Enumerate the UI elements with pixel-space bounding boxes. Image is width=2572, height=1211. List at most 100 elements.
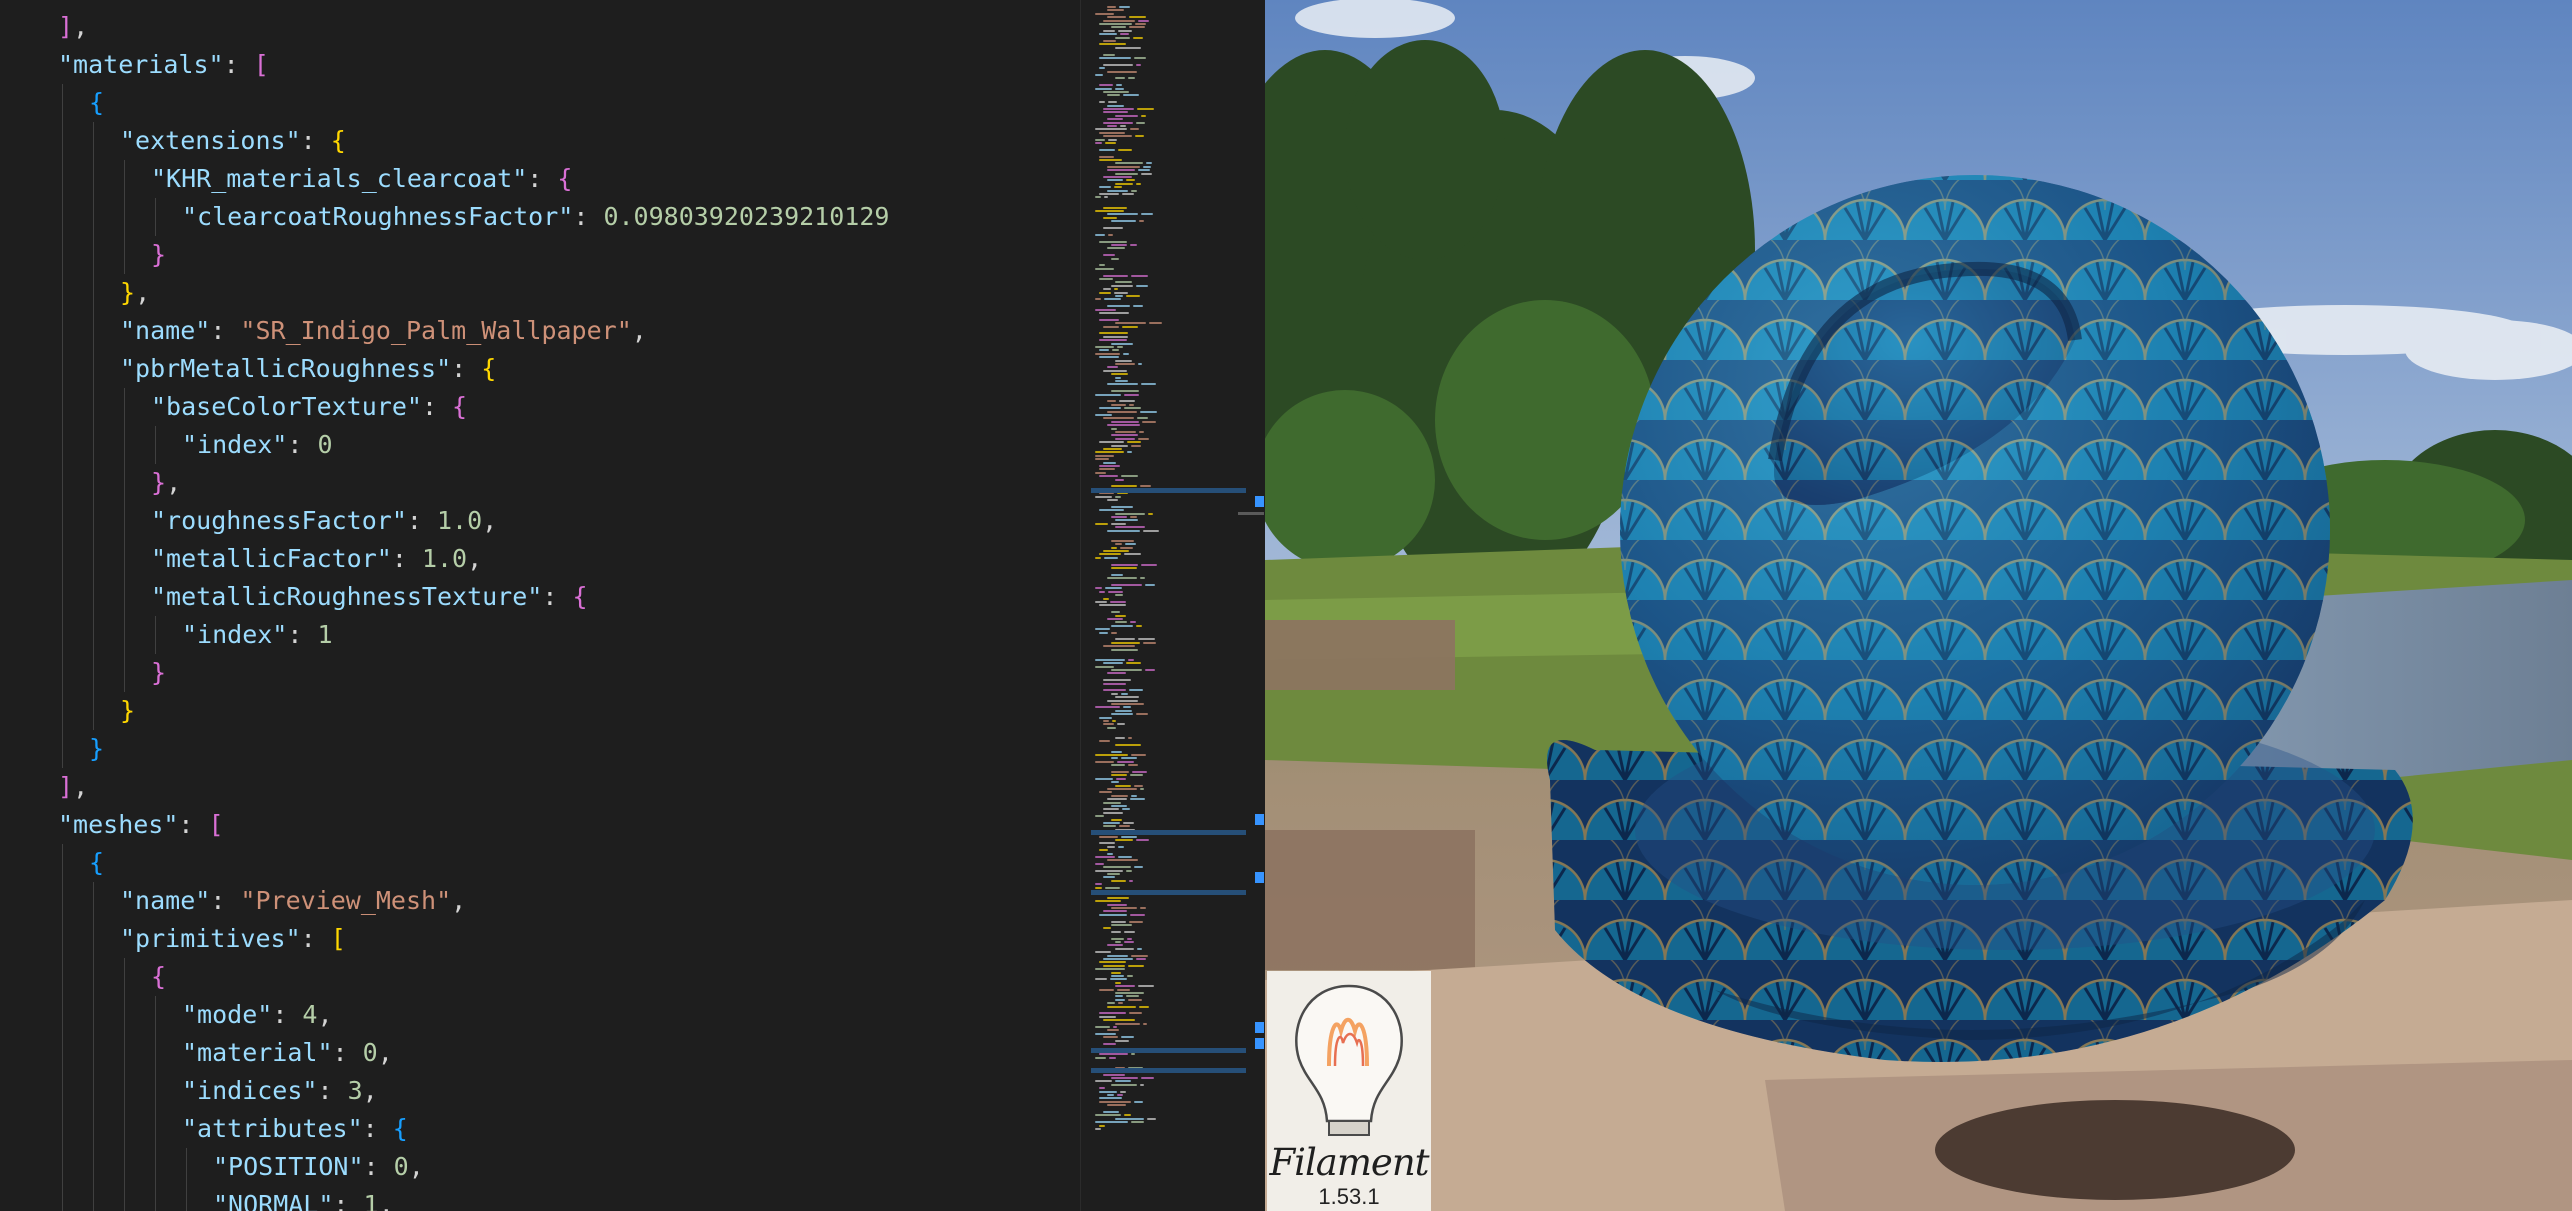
minimap-line [1115,743,1141,746]
code-line[interactable]: }, [120,274,150,312]
minimap-line [1120,33,1129,36]
code-line[interactable]: { [89,844,104,882]
code-line[interactable]: "metallicRoughnessTexture": { [151,578,588,616]
code-line[interactable]: "POSITION": 0, [213,1148,424,1186]
code-line[interactable]: "name": "SR_Indigo_Palm_Wallpaper", [120,312,647,350]
code-line[interactable]: "extensions": { [120,122,346,160]
code-line[interactable]: "indices": 3, [182,1072,378,1110]
code-token: "POSITION" [213,1152,364,1181]
code-line[interactable]: "mode": 4, [182,996,333,1034]
minimap-line [1115,437,1135,440]
minimap-line [1107,1104,1126,1107]
minimap-line [1099,716,1112,719]
minimap-line [1138,985,1154,988]
minimap-line [1115,995,1123,998]
code-line[interactable]: "name": "Preview_Mesh", [120,882,466,920]
minimap-highlight [1091,1068,1246,1073]
minimap-line [1115,380,1128,382]
3d-viewport[interactable] [1265,0,2572,1211]
code-token: 1.0 [421,544,468,573]
scrollbar-match-marker [1255,872,1264,883]
code-token: "Preview_Mesh" [240,886,452,915]
code-line[interactable]: }, [151,464,181,502]
code-token: : [542,582,573,611]
minimap-line [1136,958,1146,960]
indent-guide [93,1148,94,1186]
indent-guide [62,844,63,882]
minimap-line [1103,121,1133,124]
indent-guide [93,350,94,388]
code-line[interactable]: } [89,730,104,768]
code-line[interactable]: ], [58,768,88,806]
minimap-line [1127,451,1132,454]
code-line[interactable]: "NORMAL": 1, [213,1186,394,1211]
code-line[interactable]: "pbrMetallicRoughness": { [120,350,496,388]
minimap-line [1120,546,1133,549]
code-token: "indices" [182,1076,318,1105]
code-line[interactable]: "index": 0 [182,426,333,464]
code-token: { [392,1114,408,1143]
minimap-line [1099,553,1121,556]
minimap-line [1095,210,1124,212]
code-token: } [89,734,105,763]
minimap-line [1103,662,1123,665]
code-line[interactable]: "baseColorTexture": { [151,388,467,426]
code-line[interactable]: "metallicFactor": 1.0, [151,540,482,578]
minimap-line [1095,12,1114,15]
indent-guide [62,1072,63,1110]
code-line[interactable]: "meshes": [ [58,806,224,844]
code-line[interactable]: { [89,84,104,122]
minimap-line [1137,417,1148,420]
code-token: { [481,354,497,383]
code-token: : [363,1152,394,1181]
code-line[interactable]: { [151,958,166,996]
minimap-line [1115,281,1132,284]
code-token: : [300,924,331,953]
minimap-line [1131,189,1137,192]
code-line[interactable]: "index": 1 [182,616,333,654]
code-token: , [377,1038,393,1067]
code-line[interactable]: } [120,692,135,730]
code-line[interactable]: "roughnessFactor": 1.0, [151,502,497,540]
code-line[interactable]: } [151,236,166,274]
indent-guide [93,1110,94,1148]
indent-guide [186,1186,187,1211]
code-line[interactable]: "clearcoatRoughnessFactor": 0.0980392023… [182,198,889,236]
code-editor[interactable]: ], "materials": [{"extensions": {"KHR_mat… [0,0,1080,1211]
code-line[interactable]: "attributes": { [182,1110,408,1148]
code-token: "extensions" [120,126,301,155]
indent-guide [93,920,94,958]
code-line[interactable]: } [151,654,166,692]
minimap-line [1129,689,1143,692]
minimap-line [1115,46,1141,49]
code-line[interactable]: "materials": [ [58,46,269,84]
minimap-line [1108,138,1117,141]
code-token: { [452,392,468,421]
minimap-line [1111,971,1121,974]
minimap-line [1095,601,1107,603]
code-line[interactable]: "primitives": [ [120,920,346,958]
minimap-line [1107,726,1116,729]
code-line[interactable]: "KHR_materials_clearcoat": { [151,160,572,198]
minimap[interactable] [1080,0,1266,1211]
minimap-line [1111,641,1140,644]
code-token: 3 [347,1076,363,1105]
minimap-line [1107,169,1135,172]
minimap-line [1095,128,1127,131]
indent-guide [124,502,125,540]
minimap-line [1103,176,1132,178]
minimap-line [1121,1036,1134,1039]
minimap-line [1110,978,1127,981]
code-token: : [287,430,318,459]
minimap-line [1117,988,1130,991]
minimap-line [1095,346,1114,348]
indent-guide [93,882,94,920]
code-line[interactable]: ], [58,8,88,46]
minimap-line [1107,903,1127,906]
minimap-line [1131,444,1141,447]
minimap-line [1115,172,1138,175]
indent-guide [62,464,63,502]
minimap-line [1107,189,1128,192]
minimap-line [1115,941,1121,943]
code-line[interactable]: "material": 0, [182,1034,393,1072]
